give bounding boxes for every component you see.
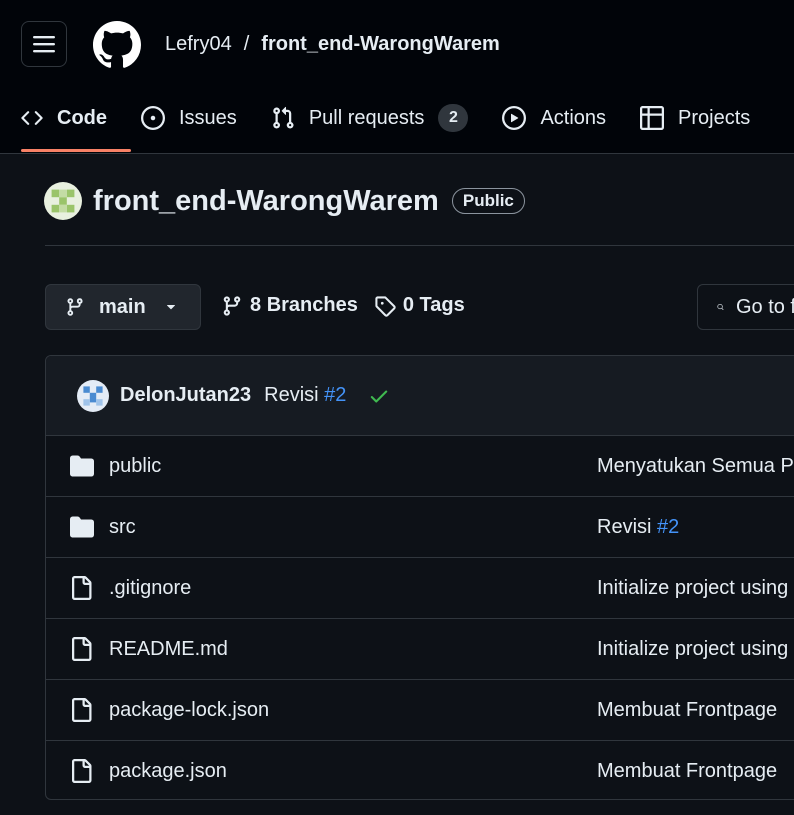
github-logo-icon[interactable] [93, 21, 141, 69]
breadcrumb-separator: / [243, 33, 250, 55]
file-name[interactable]: src [109, 516, 136, 539]
file-commit-message[interactable]: Initialize project using Create React Ap… [597, 577, 794, 600]
folder-icon [70, 516, 94, 538]
file-name[interactable]: README.md [109, 638, 228, 661]
tags-count: 0 [402, 294, 414, 316]
file-commit-message[interactable]: Initialize project using Create React Ap… [597, 638, 794, 661]
app-header: Lefry04 / front_end-WarongWarem Code Issue… [0, 0, 794, 154]
check-icon[interactable] [368, 385, 390, 407]
tab-actions[interactable]: Actions [502, 100, 606, 136]
branch-selector-button[interactable]: main [45, 284, 201, 330]
pull-requests-counter: 2 [438, 104, 469, 132]
file-commit-text[interactable]: Revisi [597, 516, 651, 538]
repo-link[interactable]: front_end-WarongWarem [261, 33, 500, 55]
branches-label: Branches [266, 294, 358, 316]
identicon-icon [77, 379, 109, 412]
tags-label: Tags [419, 294, 465, 316]
tab-issues-label: Issues [179, 106, 237, 129]
file-icon [72, 698, 92, 722]
caret-down-icon [166, 305, 175, 310]
branch-name: main [99, 295, 146, 318]
breadcrumb: Lefry04 / front_end-WarongWarem [165, 33, 500, 56]
file-name[interactable]: .gitignore [109, 577, 191, 600]
search-icon [717, 303, 724, 311]
play-icon [502, 106, 527, 130]
file-commit-message[interactable]: Menyatukan Semua Page [597, 455, 794, 478]
file-commit-message[interactable]: Membuat Frontpage [597, 699, 777, 722]
git-branch-icon [223, 295, 241, 316]
file-row[interactable]: README.md Initialize project using Creat… [46, 619, 794, 680]
file-icon [72, 759, 92, 783]
latest-commit-bar: DelonJutan23 Revisi #2 [46, 356, 794, 436]
visibility-badge: Public [451, 188, 525, 214]
file-commit-message: Revisi #2 [597, 516, 679, 539]
owner-avatar[interactable] [44, 182, 82, 220]
commit-author[interactable]: DelonJutan23 [120, 384, 251, 407]
file-row[interactable]: public Menyatukan Semua Page [46, 436, 794, 497]
commit-message[interactable]: Revisi [264, 384, 318, 407]
identicon-icon [44, 182, 82, 220]
repo-tabs: Code Issues Pull requests 2 Actions Proj… [21, 100, 784, 152]
file-row[interactable]: src Revisi #2 [46, 497, 794, 558]
git-branch-icon [67, 298, 83, 316]
table-icon [640, 106, 665, 130]
hamburger-icon [33, 36, 55, 53]
go-to-file-input[interactable]: Go to file [697, 284, 794, 330]
tags-link[interactable]: 0 Tags [374, 294, 465, 317]
tab-pull-requests[interactable]: Pull requests 2 [271, 100, 469, 136]
title-divider [45, 245, 794, 246]
issue-icon [141, 106, 165, 130]
tab-code[interactable]: Code [21, 100, 107, 136]
go-to-file-placeholder: Go to file [735, 295, 794, 318]
tab-actions-label: Actions [540, 106, 607, 129]
tab-code-label: Code [57, 106, 107, 129]
owner-link[interactable]: Lefry04 [165, 33, 232, 55]
tab-projects[interactable]: Projects [640, 100, 750, 136]
file-name[interactable]: package.json [109, 760, 227, 783]
code-icon [21, 111, 43, 125]
tab-pull-requests-label: Pull requests [308, 106, 425, 129]
file-name[interactable]: package-lock.json [109, 699, 269, 722]
branches-link[interactable]: 8 Branches [221, 294, 358, 317]
active-tab-indicator [21, 149, 131, 152]
pull-request-icon [273, 106, 294, 129]
file-list: DelonJutan23 Revisi #2 public Menyatukan… [45, 355, 794, 800]
file-commit-message[interactable]: Membuat Frontpage [597, 760, 777, 783]
tag-icon [375, 295, 396, 317]
folder-icon [70, 455, 94, 477]
commit-author-avatar[interactable] [77, 379, 109, 412]
file-commit-pr-link[interactable]: #2 [657, 516, 679, 538]
menu-button[interactable] [21, 21, 67, 67]
tab-issues[interactable]: Issues [141, 100, 237, 136]
commit-pr-link[interactable]: #2 [324, 384, 346, 407]
repo-name[interactable]: front_end-WarongWarem [93, 185, 439, 218]
repo-title: front_end-WarongWarem Public [44, 182, 525, 220]
file-name[interactable]: public [109, 455, 161, 478]
repo-meta-links: 8 Branches 0 Tags [221, 294, 481, 317]
file-icon [72, 637, 92, 661]
tab-projects-label: Projects [678, 106, 751, 129]
file-icon [72, 576, 92, 600]
file-row[interactable]: package-lock.json Membuat Frontpage [46, 680, 794, 741]
file-row[interactable]: .gitignore Initialize project using Crea… [46, 558, 794, 619]
branches-count: 8 [250, 294, 262, 316]
file-row[interactable]: package.json Membuat Frontpage [46, 741, 794, 799]
